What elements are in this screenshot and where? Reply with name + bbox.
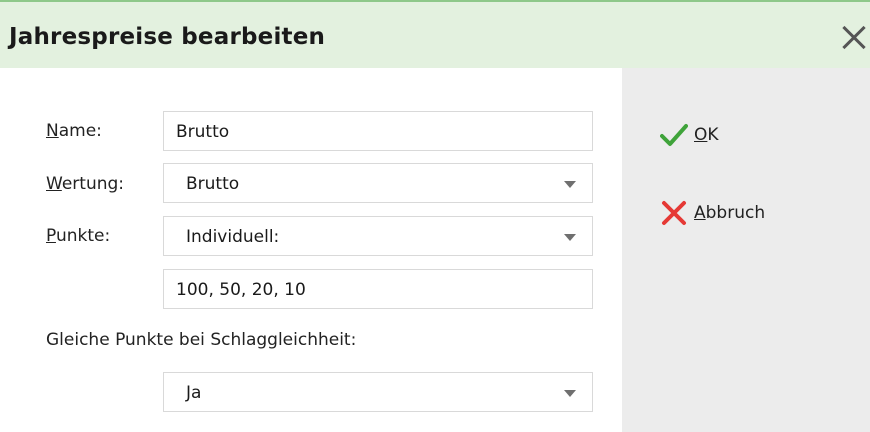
points-values-text: 100, 50, 20, 10 [176,280,306,300]
wertung-label: Wertung: [46,174,124,194]
dialog-titlebar: Jahrespreise bearbeiten [0,0,870,68]
close-icon[interactable] [838,22,870,54]
punkte-select[interactable]: Individuell: [163,216,593,256]
dialog-title: Jahrespreise bearbeiten [9,24,326,50]
wertung-select[interactable]: Brutto [163,163,593,203]
chevron-down-icon [564,390,576,397]
cancel-label: Abbruch [694,203,766,223]
punkte-select-value: Individuell: [186,227,280,247]
points-values-input[interactable]: 100, 50, 20, 10 [163,269,593,309]
name-label-text: ame: [58,121,102,141]
ok-label: OK [694,125,719,145]
chevron-down-icon [564,234,576,241]
name-label: Name: [46,121,102,141]
tie-select-value: Ja [186,383,202,403]
name-input-value: Brutto [176,122,230,142]
punkte-label: Punkte: [46,226,110,246]
punkte-label-text: unkte: [55,226,111,246]
tie-label: Gleiche Punkte bei Schlaggleichheit: [46,330,357,350]
name-input[interactable]: Brutto [163,111,593,151]
wertung-select-value: Brutto [186,174,240,194]
checkmark-icon [660,120,694,150]
punkte-label-mnemonic: P [46,226,56,246]
name-label-mnemonic: N [46,121,59,141]
cross-icon [660,198,694,228]
tie-select[interactable]: Ja [163,372,593,412]
cancel-button[interactable]: Abbruch [660,198,765,228]
ok-button[interactable]: OK [660,120,719,150]
wertung-label-text: ertung: [61,174,125,194]
chevron-down-icon [564,181,576,188]
wertung-label-mnemonic: W [46,174,62,194]
